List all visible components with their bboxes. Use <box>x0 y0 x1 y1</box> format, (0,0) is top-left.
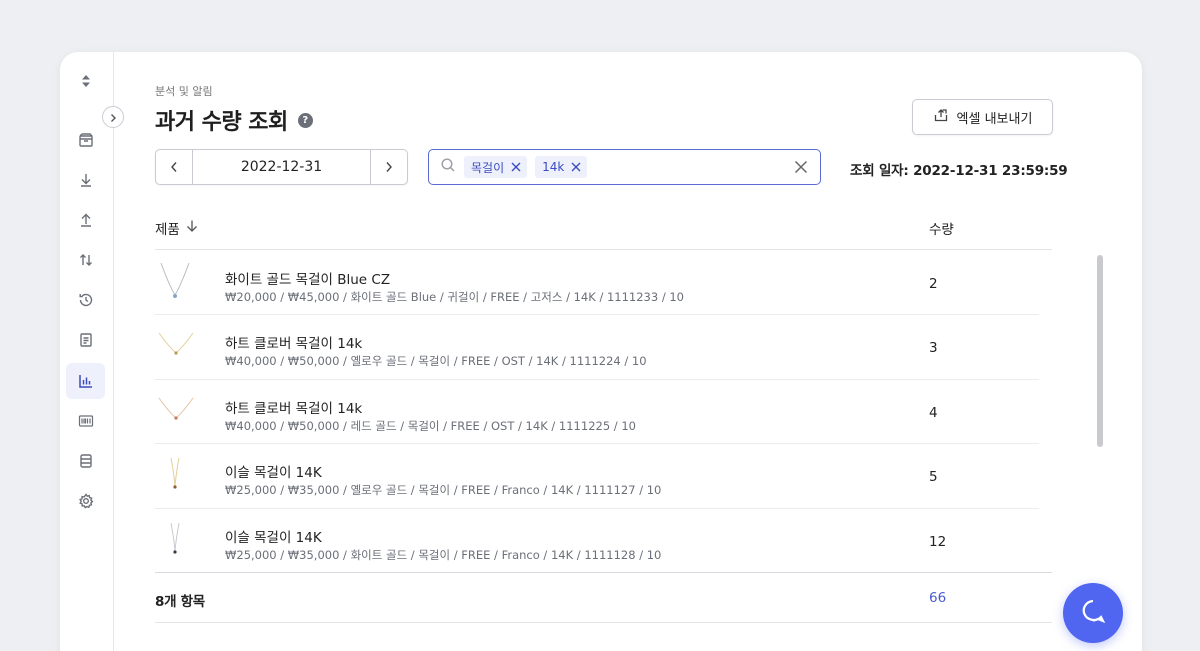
table-header: 제품 수량 <box>155 212 1052 250</box>
product-name: 하트 클로버 목걸이 14k <box>225 336 363 353</box>
store-icon <box>78 132 94 148</box>
chip-remove-icon[interactable] <box>571 162 581 172</box>
chevron-left-icon <box>170 158 178 177</box>
help-icon[interactable]: ? <box>297 112 313 128</box>
date-input[interactable]: 2022-12-31 <box>192 150 371 184</box>
item-count: 8개 항목 <box>155 594 205 610</box>
product-quantity: 3 <box>929 340 938 357</box>
search-input[interactable]: 목걸이 14k <box>428 149 821 185</box>
upload-icon <box>78 212 94 228</box>
product-quantity: 2 <box>929 276 938 292</box>
table-row[interactable]: 화이트 골드 목걸이 Blue CZ ₩20,000 / ₩45,000 / 화… <box>155 251 1039 316</box>
page-title: 과거 수량 조회 <box>155 110 288 135</box>
table-body: 화이트 골드 목걸이 Blue CZ ₩20,000 / ₩45,000 / 화… <box>155 251 1039 573</box>
table-row[interactable]: 하트 클로버 목걸이 14k ₩40,000 / ₩50,000 / 옐로우 골… <box>155 315 1039 380</box>
sidebar <box>60 52 114 651</box>
export-label: 엑셀 내보내기 <box>956 111 1033 127</box>
chip-remove-icon[interactable] <box>511 162 521 172</box>
filter-chip: 14k <box>535 156 588 178</box>
sidebar-item-barcode[interactable] <box>66 403 105 439</box>
sidebar-item-database[interactable] <box>66 443 105 479</box>
table-row[interactable]: 이슬 목걸이 14K ₩25,000 / ₩35,000 / 화이트 골드 / … <box>155 509 1039 573</box>
title-row: 과거 수량 조회 ? <box>155 104 313 136</box>
bar-chart-icon <box>78 373 94 389</box>
barcode-icon <box>78 413 94 429</box>
product-meta: ₩20,000 / ₩45,000 / 화이트 골드 Blue / 귀걸이 / … <box>225 290 685 304</box>
product-thumbnail <box>155 323 197 371</box>
product-meta: ₩40,000 / ₩50,000 / 레드 골드 / 목걸이 / FREE /… <box>225 418 636 433</box>
date-navigator: 2022-12-31 <box>155 149 408 185</box>
product-thumbnail <box>155 388 197 436</box>
product-thumbnail <box>155 452 197 500</box>
sidebar-item-outbound[interactable] <box>66 202 105 238</box>
chevron-right-icon <box>385 158 393 177</box>
product-name: 이슬 목걸이 14K <box>225 529 322 546</box>
document-icon <box>78 332 94 348</box>
export-icon <box>933 107 949 127</box>
product-name: 하트 클로버 목걸이 14k <box>225 400 363 417</box>
query-date: 조회 일자: 2022-12-31 23:59:59 <box>850 163 1068 179</box>
product-name: 화이트 골드 목걸이 Blue CZ <box>225 272 391 288</box>
column-header-product[interactable]: 제품 <box>155 218 198 238</box>
export-excel-button[interactable]: 엑셀 내보내기 <box>912 99 1053 135</box>
sidebar-item-analytics[interactable] <box>66 363 105 399</box>
chip-label: 14k <box>542 160 565 174</box>
database-icon <box>78 453 94 469</box>
product-quantity: 4 <box>929 404 938 421</box>
table-scrollbar[interactable] <box>1097 255 1103 447</box>
next-date-button[interactable] <box>371 150 407 184</box>
search-icon <box>440 157 456 177</box>
sidebar-item-document[interactable] <box>66 322 105 358</box>
history-icon <box>78 292 94 308</box>
chip-label: 목걸이 <box>471 160 505 175</box>
download-icon <box>78 172 94 188</box>
table-footer: 8개 항목 66 <box>155 572 1052 623</box>
product-quantity: 12 <box>929 533 947 550</box>
product-thumbnail <box>155 259 197 307</box>
sidebar-item-settings[interactable] <box>66 483 105 519</box>
main-content: 분석 및 알림 과거 수량 조회 ? 엑셀 내보내기 2022-12-31 목걸… <box>114 52 1142 651</box>
sidebar-item-transfer[interactable] <box>66 242 105 278</box>
sort-down-icon[interactable] <box>186 219 198 237</box>
gear-icon <box>78 493 94 509</box>
filter-chip: 목걸이 <box>464 156 528 178</box>
app-window: 분석 및 알림 과거 수량 조회 ? 엑셀 내보내기 2022-12-31 목걸… <box>60 52 1142 651</box>
chat-icon <box>1080 598 1106 628</box>
product-meta: ₩25,000 / ₩35,000 / 화이트 골드 / 목걸이 / FREE … <box>225 547 662 562</box>
sidebar-item-history[interactable] <box>66 282 105 318</box>
quantity-total: 66 <box>929 590 947 606</box>
clear-search-icon[interactable] <box>794 159 808 178</box>
product-thumbnail <box>155 517 197 565</box>
table-row[interactable]: 이슬 목걸이 14K ₩25,000 / ₩35,000 / 옐로우 골드 / … <box>155 444 1039 509</box>
breadcrumb: 분석 및 알림 <box>155 85 213 98</box>
sidebar-item-store[interactable] <box>66 122 105 158</box>
prev-date-button[interactable] <box>156 150 192 184</box>
column-label: 제품 <box>155 222 180 238</box>
product-name: 이슬 목걸이 14K <box>225 465 322 482</box>
column-header-quantity[interactable]: 수량 <box>929 218 954 238</box>
product-quantity: 5 <box>929 469 938 486</box>
product-meta: ₩25,000 / ₩35,000 / 옐로우 골드 / 목걸이 / FREE … <box>225 483 662 498</box>
product-meta: ₩40,000 / ₩50,000 / 옐로우 골드 / 목걸이 / FREE … <box>225 354 647 369</box>
workspace-switch-icon[interactable] <box>75 70 97 92</box>
chat-support-button[interactable] <box>1063 583 1123 643</box>
transfer-icon <box>78 252 94 268</box>
sidebar-item-inbound[interactable] <box>66 162 105 198</box>
table-row[interactable]: 하트 클로버 목걸이 14k ₩40,000 / ₩50,000 / 레드 골드… <box>155 380 1039 445</box>
